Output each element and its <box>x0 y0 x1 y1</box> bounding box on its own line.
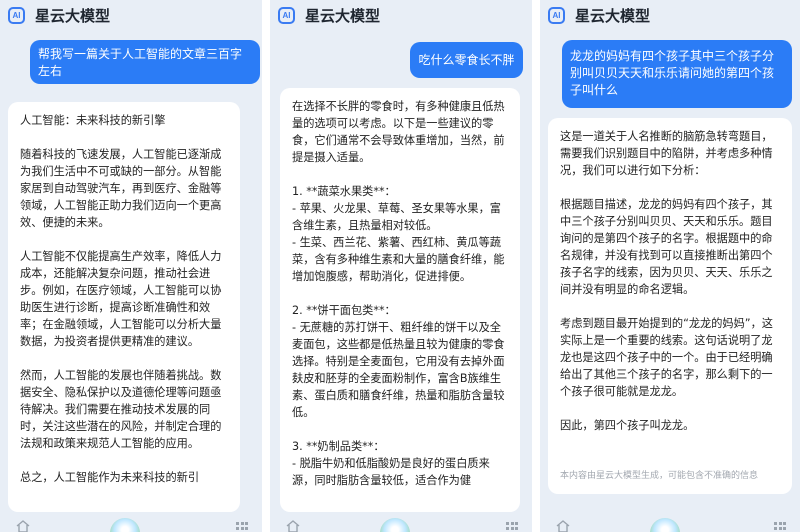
ai-disclaimer: 本内容由星云大模型生成，可能包含不准确的信息 <box>560 471 759 481</box>
home-icon[interactable] <box>16 520 30 532</box>
app-header: AI 星云大模型 <box>0 0 262 30</box>
app-header: AI 星云大模型 <box>540 0 800 30</box>
chat-panel-1: AI 星云大模型 帮我写一篇关于人工智能的文章三百字 左右 人工智能：未来科技的… <box>0 0 262 532</box>
user-message: 吃什么零食长不胖 <box>410 42 523 78</box>
panel-divider <box>262 0 270 532</box>
app-title: 星云大模型 <box>305 6 381 25</box>
app-title: 星云大模型 <box>575 6 651 25</box>
assistant-message: 在选择不长胖的零食时，有多种健康且低热量的选项可以考虑。以下是一些建议的零食，它… <box>280 88 520 512</box>
panel-divider <box>532 0 540 532</box>
assistant-orb-icon[interactable] <box>110 518 140 532</box>
assistant-message: 人工智能：未来科技的新引擎 随着科技的飞速发展，人工智能已逐渐成为我们生活中不可… <box>8 102 240 512</box>
chat-panel-3: AI 星云大模型 龙龙的妈妈有四个孩子其中三个孩子分别叫贝贝天天和乐乐请问她的第… <box>540 0 800 532</box>
assistant-message: 这是一道关于人名推断的脑筋急转弯题目，需要我们识别题目中的陷阱，并考虑多种情况，… <box>548 118 792 494</box>
home-icon[interactable] <box>556 520 570 532</box>
app-title: 星云大模型 <box>35 6 111 25</box>
keyboard-grid-icon[interactable] <box>506 522 518 532</box>
bottom-bar <box>270 512 532 532</box>
user-message: 龙龙的妈妈有四个孩子其中三个孩子分别叫贝贝天天和乐乐请问她的第四个孩子叫什么 <box>562 40 792 108</box>
app-header: AI 星云大模型 <box>270 0 532 30</box>
bottom-bar <box>540 512 800 532</box>
app-logo-icon: AI <box>548 6 565 24</box>
app-logo-icon: AI <box>8 6 25 24</box>
user-message: 帮我写一篇关于人工智能的文章三百字 左右 <box>30 40 260 84</box>
home-icon[interactable] <box>286 520 300 532</box>
keyboard-grid-icon[interactable] <box>774 522 786 532</box>
keyboard-grid-icon[interactable] <box>236 522 248 532</box>
assistant-orb-icon[interactable] <box>380 518 410 532</box>
app-logo-icon: AI <box>278 6 295 24</box>
bottom-bar <box>0 512 262 532</box>
assistant-orb-icon[interactable] <box>650 518 680 532</box>
chat-panel-2: AI 星云大模型 吃什么零食长不胖 在选择不长胖的零食时，有多种健康且低热量的选… <box>270 0 532 532</box>
